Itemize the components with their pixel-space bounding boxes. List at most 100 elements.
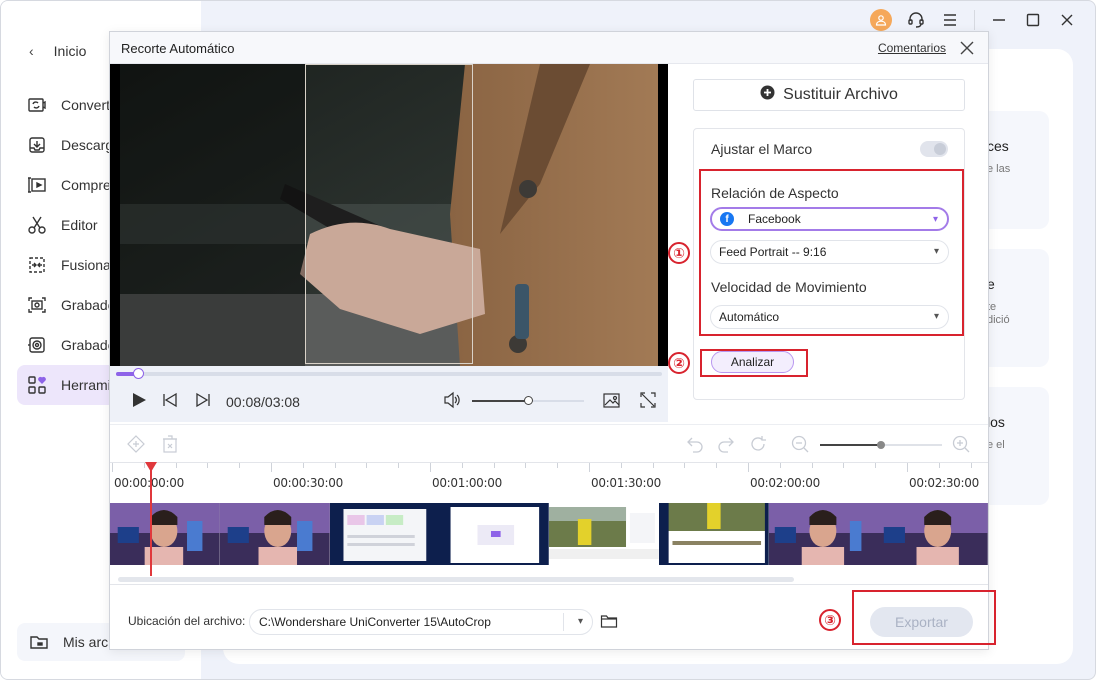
ruler-tick xyxy=(843,463,845,468)
home-link[interactable]: ‹ Inicio xyxy=(29,43,86,59)
ruler-tick xyxy=(461,463,463,468)
sidebar-item-label: Editor xyxy=(61,217,98,233)
maximize-icon[interactable] xyxy=(1023,10,1043,30)
ruler-tick xyxy=(493,463,495,468)
progress-handle[interactable] xyxy=(132,368,144,379)
ruler-tick xyxy=(557,463,559,468)
ruler-tick xyxy=(112,463,113,472)
feedback-link[interactable]: Comentarios xyxy=(878,41,946,55)
playhead[interactable] xyxy=(150,464,152,576)
volume-slider[interactable] xyxy=(472,396,584,405)
annotation-number-2: ② xyxy=(668,352,690,374)
ruler-tick xyxy=(748,463,749,472)
tick-label: 00:00:30:00 xyxy=(273,476,343,490)
ruler-tick xyxy=(589,463,590,472)
file-location-value: C:\Wondershare UniConverter 15\AutoCrop xyxy=(259,615,491,629)
ruler-tick xyxy=(271,463,272,472)
volume-icon[interactable] xyxy=(442,390,462,410)
add-keyframe-icon[interactable] xyxy=(126,434,146,454)
ruler-tick xyxy=(334,463,336,468)
snapshot-icon[interactable] xyxy=(602,390,622,410)
next-frame-icon[interactable] xyxy=(193,390,213,410)
crop-mask-left xyxy=(120,64,305,366)
volume-handle[interactable] xyxy=(523,396,533,405)
sidebar-item-label: Compre xyxy=(61,177,111,193)
reset-icon[interactable] xyxy=(748,434,768,454)
tool-card-title: ces xyxy=(987,138,1009,154)
divider xyxy=(974,10,975,30)
ruler-tick xyxy=(652,463,654,468)
dialog-footer: Ubicación del archivo: C:\Wondershare Un… xyxy=(110,584,988,650)
adjust-frame-label: Ajustar el Marco xyxy=(711,141,813,157)
close-dialog-icon[interactable] xyxy=(958,39,976,57)
convert-icon xyxy=(27,95,47,115)
replace-file-label: Sustituir Archivo xyxy=(783,86,898,103)
timeline-zoom-slider[interactable] xyxy=(820,441,942,449)
home-label: Inicio xyxy=(53,43,87,59)
audio-record-icon xyxy=(27,335,47,355)
timeline-scrollbar[interactable] xyxy=(118,577,794,582)
ruler-tick xyxy=(684,463,686,468)
volume-fill xyxy=(472,400,528,402)
player-controls: 00:08/03:08 xyxy=(110,366,668,422)
tick-label: 00:02:30:00 xyxy=(909,476,979,490)
adjust-frame-toggle[interactable] xyxy=(920,141,948,157)
account-icon[interactable] xyxy=(870,9,892,31)
folder-icon xyxy=(29,632,49,652)
timeline-ruler[interactable]: 00:00:00:00 00:00:30:00 00:01:00:00 00:0… xyxy=(110,462,988,500)
tick-label: 00:01:30:00 xyxy=(591,476,661,490)
auto-crop-dialog: Recorte Automático Comentarios 00:08/03:… xyxy=(109,31,996,650)
download-icon xyxy=(27,135,47,155)
zoom-in-icon[interactable] xyxy=(951,434,971,454)
tool-card-subtitle: e el xyxy=(987,439,1005,451)
play-icon[interactable] xyxy=(129,390,149,410)
support-icon[interactable] xyxy=(906,10,926,30)
open-folder-icon[interactable] xyxy=(600,612,618,630)
video-thumbnail-strip[interactable] xyxy=(110,503,988,565)
thumbnail xyxy=(329,503,440,565)
previous-frame-icon[interactable] xyxy=(160,390,180,410)
toggle-knob xyxy=(934,143,946,155)
thumbnail xyxy=(768,503,879,565)
annotation-number-1: ① xyxy=(668,242,690,264)
ruler-tick xyxy=(907,463,908,472)
tick-label: 00:01:00:00 xyxy=(432,476,502,490)
ruler-tick xyxy=(430,463,431,472)
menu-icon[interactable] xyxy=(940,10,960,30)
ruler-tick xyxy=(175,463,177,468)
minimize-icon[interactable] xyxy=(989,10,1009,30)
close-icon[interactable] xyxy=(1057,10,1077,30)
compress-icon xyxy=(27,175,47,195)
crop-frame[interactable] xyxy=(305,64,473,364)
file-location-label: Ubicación del archivo: xyxy=(128,614,246,628)
file-location-select[interactable]: C:\Wondershare UniConverter 15\AutoCrop … xyxy=(249,609,593,635)
zoom-handle[interactable] xyxy=(877,441,885,449)
replace-file-button[interactable]: Sustituir Archivo xyxy=(693,79,965,111)
thumbnail xyxy=(658,503,769,565)
annotation-box-1 xyxy=(699,169,964,336)
tool-card-subtitle: e las xyxy=(987,163,1011,175)
screen-record-icon xyxy=(27,295,47,315)
thumbnail xyxy=(110,503,220,565)
export-button[interactable]: Exportar xyxy=(870,607,973,637)
undo-icon[interactable] xyxy=(685,434,705,454)
chevron-left-icon: ‹ xyxy=(29,43,34,59)
progress-slider[interactable] xyxy=(116,368,662,379)
redo-icon[interactable] xyxy=(716,434,736,454)
app-window: ‹ Inicio Convert Descarg Compre Editor F… xyxy=(0,0,1096,680)
sidebar-item-label: Convert xyxy=(61,97,111,113)
tick-label: 00:00:00:00 xyxy=(114,476,184,490)
tools-icon xyxy=(27,375,47,395)
thumbnail xyxy=(219,503,330,565)
ruler-tick xyxy=(239,463,241,468)
thumbnail xyxy=(549,503,659,565)
playback-time: 00:08/03:08 xyxy=(226,394,300,410)
thumbnail xyxy=(878,503,988,565)
annotation-box-2 xyxy=(700,349,808,377)
ruler-tick xyxy=(302,463,304,468)
delete-icon[interactable] xyxy=(160,434,180,454)
ruler-tick xyxy=(811,463,813,468)
ruler-tick xyxy=(620,463,622,468)
zoom-out-icon[interactable] xyxy=(790,434,810,454)
fullscreen-icon[interactable] xyxy=(638,390,658,410)
